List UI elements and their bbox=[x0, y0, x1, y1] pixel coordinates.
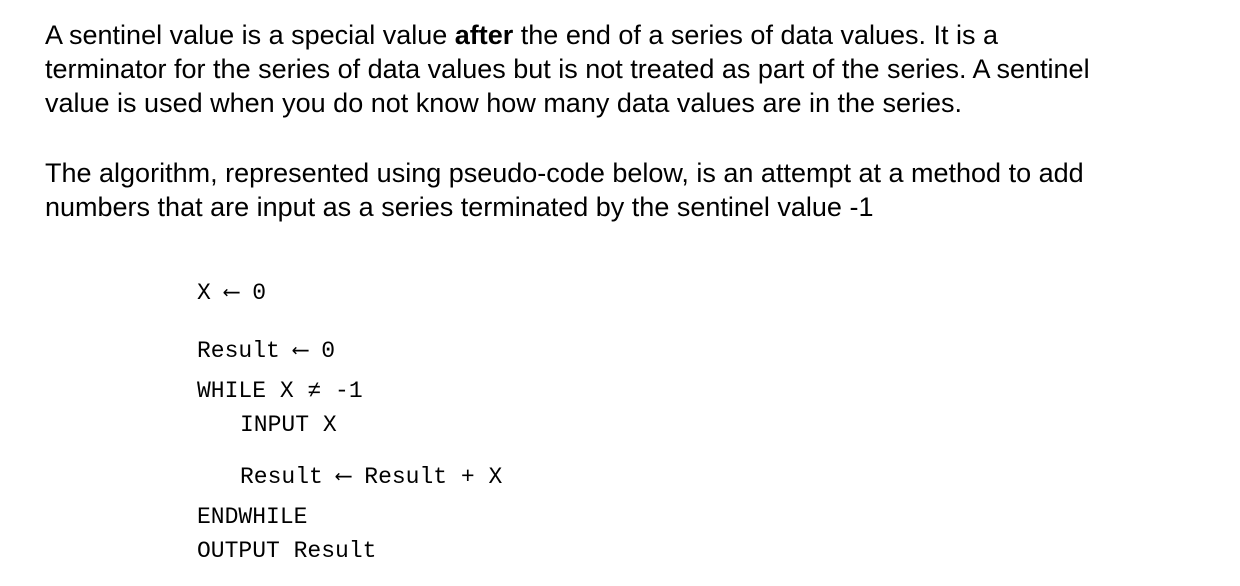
code-line-endwhile: ENDWHILE bbox=[197, 504, 308, 530]
code-line-init-result: Result ⟵ 0 bbox=[197, 338, 336, 364]
algorithm-line-2: numbers that are input as a series termi… bbox=[45, 192, 874, 222]
algorithm-paragraph: The algorithm, represented using pseudo-… bbox=[45, 156, 1205, 224]
intro-line-1: A sentinel value is a special value afte… bbox=[45, 18, 1205, 52]
code-line-accumulate: Result ⟵ Result + X bbox=[240, 464, 503, 490]
intro-paragraph: A sentinel value is a special value afte… bbox=[45, 18, 1205, 120]
intro-line-1-end: the end of a series of data values. It i… bbox=[513, 20, 999, 50]
algorithm-line-1: The algorithm, represented using pseudo-… bbox=[45, 158, 1084, 188]
intro-line-1-start: A sentinel value is a special value bbox=[45, 20, 455, 50]
intro-line-2: terminator for the series of data values… bbox=[45, 54, 1090, 84]
code-line-output: OUTPUT Result bbox=[197, 538, 377, 564]
intro-emphasis-after: after bbox=[454, 20, 514, 50]
code-line-input: INPUT X bbox=[240, 412, 337, 438]
code-line-init-x: X ⟵ 0 bbox=[197, 280, 267, 306]
code-line-while: WHILE X ≠ -1 bbox=[197, 378, 363, 404]
intro-line-3: value is used when you do not know how m… bbox=[45, 88, 963, 118]
